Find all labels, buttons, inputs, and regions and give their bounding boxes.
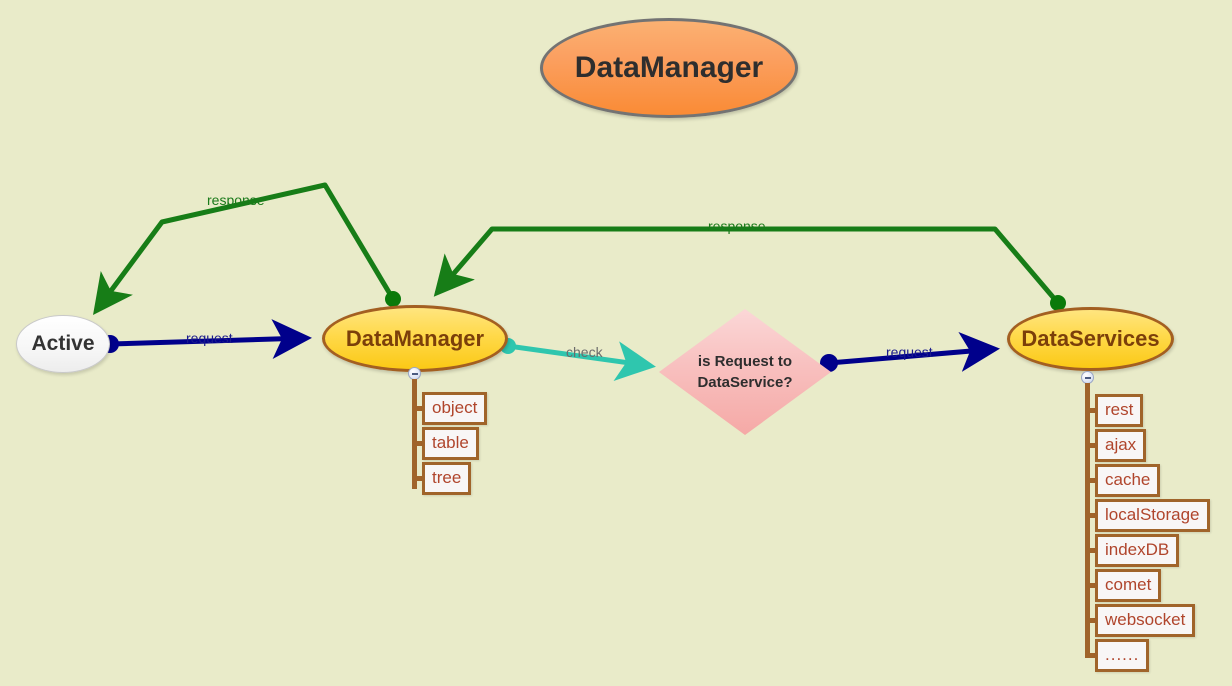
edge-label-response-right: response <box>708 218 766 234</box>
node-decision-label-line2: DataService? <box>697 374 793 391</box>
tree-item-tree[interactable]: tree <box>412 462 472 495</box>
node-dataservices-label: DataServices <box>1021 326 1160 351</box>
node-title-datamanager[interactable]: DataManager <box>540 18 798 118</box>
tree-connector <box>1085 653 1095 658</box>
node-dataservices[interactable]: DataServices <box>1007 307 1174 371</box>
tree-item-label: tree <box>422 462 472 495</box>
tree-datamanager-children: object table tree <box>408 367 538 495</box>
edge-label-response-left: response <box>207 192 265 208</box>
node-decision-label: is Request to DataService? <box>697 351 792 393</box>
edge-label-check: check <box>566 344 603 360</box>
node-active[interactable]: Active <box>16 315 110 373</box>
tree-item-table[interactable]: table <box>412 427 479 460</box>
tree-connector <box>1085 618 1095 623</box>
tree-item-ajax[interactable]: ajax <box>1085 429 1147 462</box>
node-decision-is-request-to-dataservice[interactable]: is Request to DataService? <box>659 309 831 435</box>
tree-dataservices-children: rest ajax cache localStorage indexDB com… <box>1081 371 1231 672</box>
tree-item-label: object <box>422 392 488 425</box>
tree-item-comet[interactable]: comet <box>1085 569 1162 602</box>
node-active-label: Active <box>31 332 95 355</box>
node-title-datamanager-label: DataManager <box>574 51 764 84</box>
tree-item-indexdb[interactable]: indexDB <box>1085 534 1180 567</box>
tree-connector <box>1085 443 1095 448</box>
tree-item-label: comet <box>1095 569 1162 602</box>
tree-connector <box>1085 513 1095 518</box>
tree-item-more[interactable]: ...... <box>1085 639 1150 672</box>
diagram-canvas: response request check request response … <box>0 0 1232 686</box>
tree-item-label: rest <box>1095 394 1144 427</box>
tree-item-label: localStorage <box>1095 499 1210 532</box>
tree-item-label: websocket <box>1095 604 1196 637</box>
tree-connector <box>412 406 422 411</box>
tree-item-cache[interactable]: cache <box>1085 464 1161 497</box>
edge-label-request-left: request <box>186 330 233 346</box>
tree-item-label: indexDB <box>1095 534 1180 567</box>
tree-item-object[interactable]: object <box>412 392 488 425</box>
edge-label-request-right: request <box>886 344 933 360</box>
tree-item-label: ajax <box>1095 429 1147 462</box>
tree-connector <box>412 476 422 481</box>
tree-item-localstorage[interactable]: localStorage <box>1085 499 1210 532</box>
tree-connector <box>1085 583 1095 588</box>
tree-connector <box>1085 548 1095 553</box>
tree-item-websocket[interactable]: websocket <box>1085 604 1196 637</box>
tree-connector <box>412 441 422 446</box>
edge-response-right <box>433 226 1066 311</box>
tree-item-label: cache <box>1095 464 1161 497</box>
node-datamanager[interactable]: DataManager <box>322 305 508 372</box>
node-decision-label-line1: is Request to <box>697 353 793 370</box>
tree-item-label: ...... <box>1095 639 1150 672</box>
tree-connector <box>1085 478 1095 483</box>
tree-item-rest[interactable]: rest <box>1085 394 1144 427</box>
tree-connector <box>1085 408 1095 413</box>
tree-item-label: table <box>422 427 479 460</box>
node-datamanager-label: DataManager <box>345 325 485 351</box>
